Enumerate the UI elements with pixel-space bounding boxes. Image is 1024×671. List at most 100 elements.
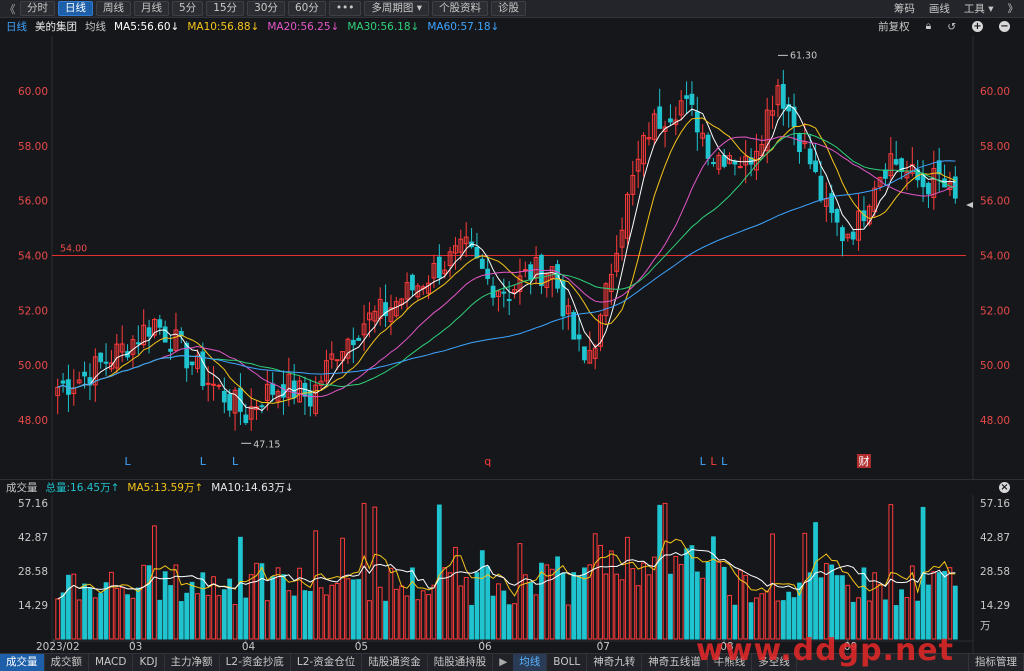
period-toolbar: 《 分时 日线 周线 月线 5分 15分 30分 60分 ••• 多周期图 ▾ 个股资料 诊股 筹码画… (0, 0, 1024, 18)
candle-body (270, 383, 276, 395)
volume-bar (952, 585, 958, 640)
volume-bar (254, 562, 259, 640)
signal-marker: L (710, 455, 717, 468)
volume-bar (479, 550, 485, 640)
candle-body (243, 414, 249, 424)
indicator-tab-11[interactable]: BOLL (547, 654, 588, 671)
indicator-tab-2[interactable]: MACD (89, 654, 134, 671)
toolbar-right-item-2[interactable]: 工具 ▾ (964, 1, 994, 16)
volume-bar (119, 587, 125, 640)
tab-period-6[interactable]: 30分 (247, 1, 285, 16)
tab-period-11[interactable]: 诊股 (491, 1, 527, 16)
tab-period-2[interactable]: 周线 (96, 1, 131, 16)
tab-period-10[interactable]: 个股资料 (432, 1, 489, 16)
tab-period-9[interactable]: 多周期图 ▾ (364, 1, 430, 16)
indicator-tab-16[interactable]: 指标管理 (968, 654, 1024, 671)
volume-bar (420, 590, 426, 640)
indicator-tab-8[interactable]: 陆股通持股 (428, 654, 494, 671)
signal-marker: L (200, 455, 207, 468)
volume-bar (313, 530, 319, 640)
volume-bar (592, 533, 598, 640)
close-volume-icon[interactable]: × (999, 482, 1010, 493)
tab-period-1[interactable]: 日线 (58, 1, 93, 16)
indicator-tab-1[interactable]: 成交额 (45, 654, 89, 671)
volume-bar (307, 590, 313, 640)
volume-bar (711, 536, 716, 640)
price-tick-right: 56.00 (980, 196, 1010, 208)
indicator-tab-4[interactable]: 主力净额 (165, 654, 220, 671)
volume-bar (216, 595, 222, 640)
tab-period-3[interactable]: 月线 (134, 1, 169, 16)
volume-bar (211, 576, 216, 640)
volume-bar (684, 548, 689, 640)
candle-body (168, 348, 173, 352)
candle-body (227, 393, 233, 411)
volume-chart[interactable]: 57.16 57.16 42.87 42.87 28.58 28.58 14.29 14.29… (0, 495, 1024, 653)
candlestick-chart[interactable]: 60.00 60.00 58.00 58.00 56.00 56.00 54.00 54.00… (0, 36, 1024, 479)
last-price-pointer (966, 202, 973, 208)
line-type-label[interactable]: 均线 (85, 19, 106, 34)
volume-bar (238, 536, 243, 640)
indicator-tab-10[interactable]: 均线 (513, 654, 548, 671)
volume-bar (942, 570, 947, 640)
volume-bar (646, 574, 652, 640)
candle-body (926, 182, 931, 195)
volume-legend: 成交量 总量:16.45万↑ MA5:13.59万↑ MA10:14.63万↓ … (0, 479, 1024, 495)
volume-tick-left: 28.58 (18, 566, 48, 578)
volume-bar (334, 583, 340, 640)
toolbar-right-item-0[interactable]: 筹码 (894, 1, 915, 16)
volume-bar (501, 590, 507, 640)
indicator-tab-6[interactable]: L2-资金仓位 (291, 654, 363, 671)
toolbar-right-item-3[interactable]: 》 (1008, 1, 1019, 16)
lock-icon[interactable]: 🔒︎ (926, 20, 932, 33)
volume-tick-right: 28.58 (980, 566, 1010, 578)
volume-bar (76, 599, 82, 640)
volume-bar (936, 572, 942, 640)
tab-period-8[interactable]: ••• (328, 1, 362, 16)
volume-bar (474, 572, 480, 640)
zoom-in-icon[interactable]: + (972, 21, 983, 32)
tab-period-5[interactable]: 15分 (206, 1, 245, 16)
ma-value-3: MA30:56.18↓ (347, 20, 420, 33)
volume-bar (678, 563, 684, 640)
reset-icon[interactable]: ↺ (947, 21, 956, 33)
stock-name[interactable]: 美的集团 (35, 19, 77, 34)
volume-bar (345, 578, 351, 640)
volume-unit-label: 万 (980, 620, 991, 632)
adjust-button[interactable]: 前复权 (878, 19, 910, 34)
candle-body (501, 291, 507, 294)
volume-bar (383, 600, 388, 640)
indicator-tab-9[interactable]: ▶ (493, 654, 513, 671)
volume-bar (829, 564, 835, 640)
indicator-tab-5[interactable]: L2-资金抄底 (220, 654, 291, 671)
candle-body (689, 93, 695, 105)
tab-period-4[interactable]: 5分 (172, 1, 204, 16)
indicator-tab-3[interactable]: KDJ (133, 654, 165, 671)
volume-bar (141, 564, 147, 640)
indicator-tab-7[interactable]: 陆股通资金 (362, 654, 428, 671)
collapse-left-icon[interactable]: 《 (0, 1, 20, 17)
volume-bar (399, 585, 405, 640)
volume-bar (103, 582, 109, 640)
volume-bar (286, 590, 292, 640)
zoom-out-icon[interactable]: − (999, 21, 1010, 32)
toolbar-right-item-1[interactable]: 画线 (929, 1, 950, 16)
candle-body (82, 371, 87, 377)
candle-body (711, 162, 716, 165)
ma-value-2: MA20:56.25↓ (267, 20, 340, 33)
volume-bar (560, 572, 566, 640)
candle-body (135, 342, 141, 345)
volume-bar (372, 506, 378, 640)
volume-title[interactable]: 成交量 (6, 480, 38, 495)
tab-period-7[interactable]: 60分 (287, 1, 326, 16)
indicator-tab-12[interactable]: 神奇九转 (587, 654, 643, 671)
volume-bar (705, 561, 711, 640)
indicator-tab-0[interactable]: 成交量 (0, 654, 45, 671)
volume-bar (716, 560, 722, 640)
volume-bar (82, 583, 87, 640)
volume-bar (630, 568, 636, 640)
volume-bar (410, 567, 415, 640)
volume-bar (259, 563, 265, 640)
tab-period-0[interactable]: 分时 (20, 1, 55, 16)
volume-bar (947, 567, 953, 640)
